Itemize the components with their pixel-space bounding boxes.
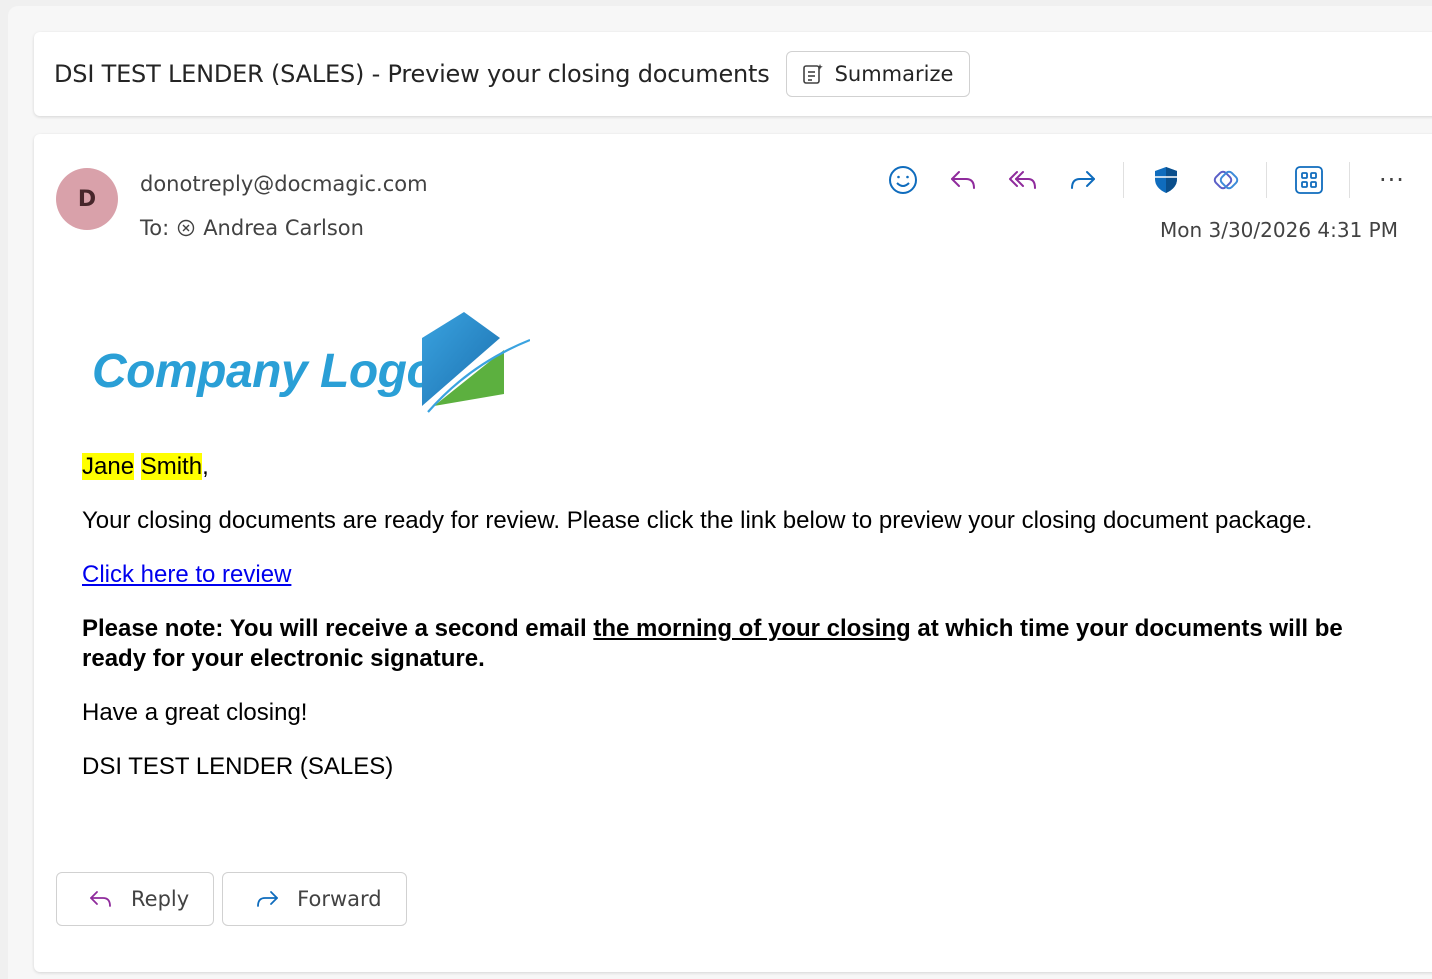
avatar[interactable]: D: [56, 168, 118, 230]
logo-text: Company Logo: [92, 345, 436, 398]
loop-icon: [1213, 170, 1239, 190]
greeting: Jane Smith,: [82, 452, 1412, 482]
recipient-name[interactable]: Andrea Carlson: [203, 216, 364, 240]
recipient-first-name: Jane: [82, 453, 135, 480]
summarize-icon: [802, 64, 823, 84]
forward-icon: [257, 891, 279, 907]
reply-button[interactable]: [939, 160, 987, 200]
greeting-punctuation: ,: [202, 453, 209, 480]
more-actions-button[interactable]: ···: [1368, 160, 1416, 200]
react-button[interactable]: [879, 160, 927, 200]
note-prefix: Please note: You will receive a second e…: [82, 615, 594, 642]
reading-pane: DSI TEST LENDER (SALES) - Preview your c…: [8, 6, 1432, 979]
summarize-label: Summarize: [834, 62, 954, 86]
reply-bottom-button[interactable]: Reply: [56, 872, 215, 926]
house-logo-icon: [422, 312, 530, 414]
subject-title: DSI TEST LENDER (SALES) - Preview your c…: [54, 60, 770, 88]
forward-bottom-button[interactable]: Forward: [222, 872, 407, 926]
message-timestamp: Mon 3/30/2026 4:31 PM: [1159, 218, 1398, 242]
toolbar-divider: [1266, 162, 1267, 198]
message-toolbar: ···: [867, 160, 1416, 200]
apps-icon: [1295, 166, 1323, 194]
note-paragraph: Please note: You will receive a second e…: [82, 614, 1412, 674]
forward-button[interactable]: [1059, 160, 1107, 200]
company-logo: Company Logo: [90, 304, 550, 434]
note-underlined: the morning of your closing: [593, 615, 911, 642]
subject-header: DSI TEST LENDER (SALES) - Preview your c…: [34, 32, 1432, 116]
reply-all-button[interactable]: [999, 160, 1047, 200]
bottom-actions: Reply Forward: [56, 872, 407, 926]
security-button[interactable]: [1142, 160, 1190, 200]
signature: DSI TEST LENDER (SALES): [82, 753, 394, 780]
to-label: To:: [140, 216, 170, 240]
shield-icon: [1155, 167, 1177, 193]
intro-paragraph: Your closing documents are ready for rev…: [82, 507, 1313, 534]
reply-icon: [90, 891, 111, 907]
smiley-icon: [889, 166, 917, 194]
reply-label: Reply: [131, 887, 190, 911]
message-body: Company Logo Jane Smith, Your closing do…: [82, 304, 1412, 782]
toolbar-divider: [1349, 162, 1350, 198]
remove-recipient-icon[interactable]: [177, 219, 195, 237]
message-card: D donotreply@docmagic.com To: Andrea Car…: [34, 134, 1432, 972]
toolbar-divider: [1123, 162, 1124, 198]
reply-all-icon: [1009, 171, 1036, 189]
review-link[interactable]: Click here to review: [82, 561, 291, 588]
closing-line: Have a great closing!: [82, 699, 308, 726]
recipient-last-name: Smith: [140, 453, 203, 480]
summarize-button[interactable]: Summarize: [785, 51, 971, 97]
sender-address[interactable]: donotreply@docmagic.com: [140, 172, 428, 196]
forward-label: Forward: [297, 887, 382, 911]
loop-button[interactable]: [1202, 160, 1250, 200]
reply-icon: [951, 171, 975, 189]
apps-button[interactable]: [1285, 160, 1333, 200]
more-icon: ···: [1379, 166, 1405, 194]
forward-icon: [1071, 171, 1095, 189]
recipient-line: To: Andrea Carlson: [140, 216, 364, 240]
